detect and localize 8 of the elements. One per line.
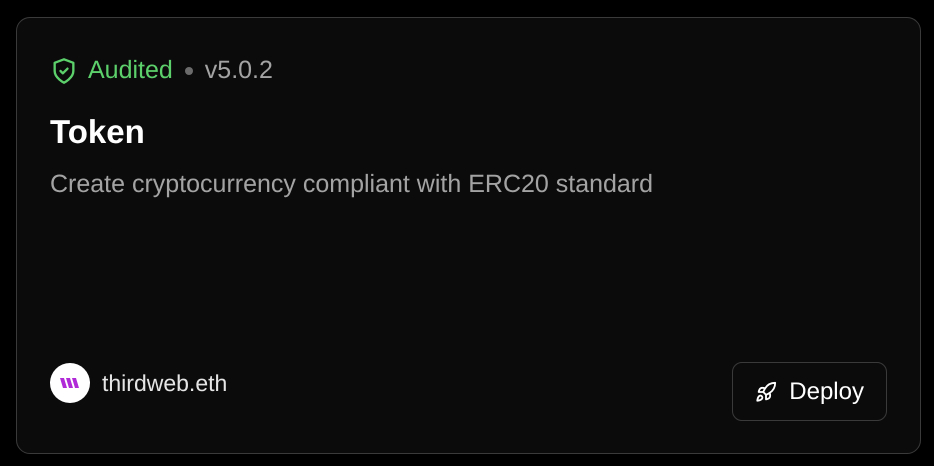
- version-label: v5.0.2: [204, 55, 273, 86]
- rocket-icon: [755, 380, 778, 402]
- card-description: Create cryptocurrency compliant with ERC20 standard: [50, 169, 654, 200]
- publisher-name[interactable]: thirdweb.eth: [102, 366, 228, 400]
- deploy-button[interactable]: Deploy: [732, 362, 887, 421]
- publisher-avatar: [50, 363, 90, 403]
- audit-status: Audited: [88, 55, 173, 86]
- card-title: Token: [50, 112, 146, 152]
